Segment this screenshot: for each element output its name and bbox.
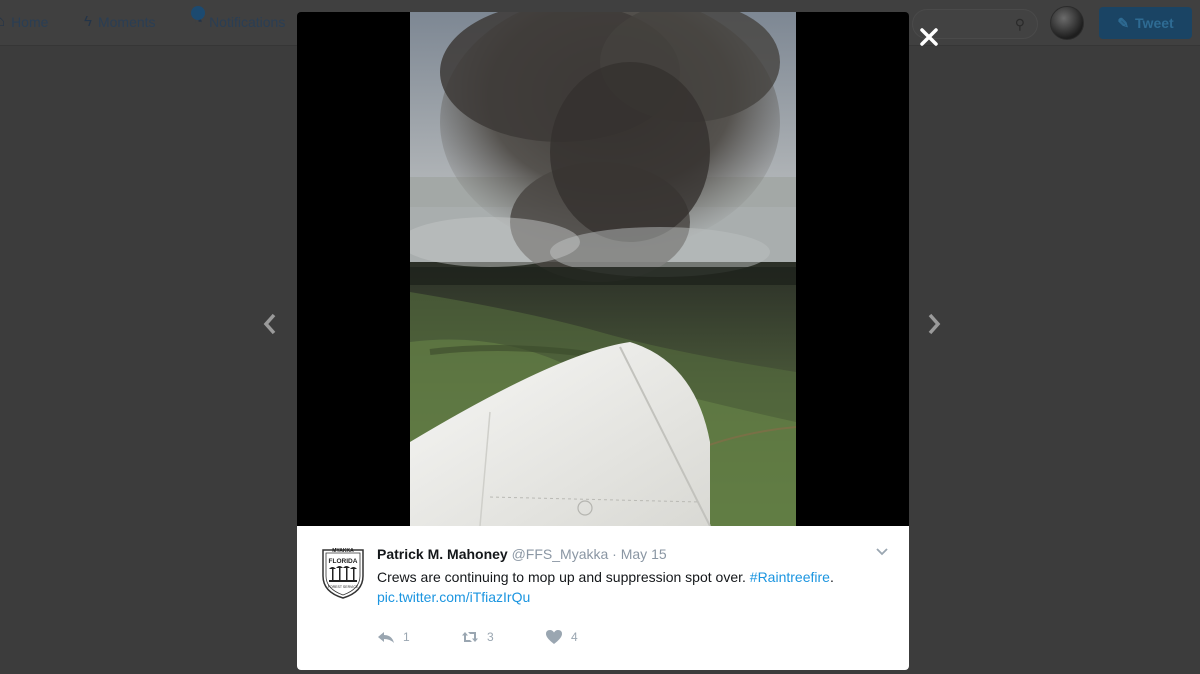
chevron-left-icon xyxy=(263,313,276,335)
reply-button[interactable]: 1 xyxy=(377,629,461,645)
heart-icon xyxy=(546,630,562,644)
tweet-body: Crews are continuing to mop up and suppr… xyxy=(377,569,746,585)
previous-media-button[interactable] xyxy=(258,309,282,339)
compose-tweet-button[interactable]: ✎ Tweet xyxy=(1099,7,1192,39)
svg-text:FOREST SERVICE: FOREST SERVICE xyxy=(328,585,359,589)
nav-moments[interactable]: ϟ Moments xyxy=(84,13,156,30)
like-count: 4 xyxy=(571,630,578,644)
retweet-count: 3 xyxy=(487,630,494,644)
bell-icon: ◔ xyxy=(191,6,205,30)
nav-moments-label: Moments xyxy=(97,13,156,30)
tweet-text: Crews are continuing to mop up and suppr… xyxy=(377,567,877,607)
nav-home[interactable]: ⌂ Home xyxy=(0,13,48,30)
nav-home-label: Home xyxy=(11,13,49,30)
tweet-author-name[interactable]: Patrick M. Mahoney xyxy=(377,546,508,562)
svg-text:MYAKKA: MYAKKA xyxy=(332,548,354,554)
chevron-right-icon xyxy=(928,313,941,335)
tweet-author-avatar[interactable]: MYAKKA FLORIDA FOREST SERVICE xyxy=(319,546,367,600)
home-icon: ⌂ xyxy=(0,13,6,30)
svg-text:FLORIDA: FLORIDA xyxy=(329,558,358,565)
retweet-icon xyxy=(462,632,478,642)
user-avatar[interactable] xyxy=(1050,6,1084,40)
compose-icon: ✎ xyxy=(1117,14,1130,31)
florida-forest-service-logo: MYAKKA FLORIDA FOREST SERVICE xyxy=(322,548,364,599)
close-lightbox-button[interactable] xyxy=(914,22,944,52)
hashtag-link[interactable]: #Raintreefire xyxy=(750,569,830,585)
header-separator: · xyxy=(612,546,617,562)
nav-notifications[interactable]: ◔ Notifications xyxy=(191,6,286,30)
pic-link[interactable]: pic.twitter.com/iTfiazIrQu xyxy=(377,589,530,605)
wildfire-photo[interactable] xyxy=(410,12,796,526)
tweet-button-label: Tweet xyxy=(1135,15,1174,31)
lightning-icon: ϟ xyxy=(84,13,92,30)
tweet-date[interactable]: May 15 xyxy=(621,546,667,562)
tweet-options-button[interactable] xyxy=(875,546,889,560)
chevron-down-icon xyxy=(876,548,888,556)
nav-notifications-label: Notifications xyxy=(209,13,286,30)
tweet-author-handle[interactable]: @FFS_Myakka xyxy=(512,546,609,562)
reply-icon xyxy=(378,632,394,643)
tweet-trailing: . xyxy=(829,569,834,585)
reply-count: 1 xyxy=(403,630,410,644)
notification-badge xyxy=(191,6,205,20)
like-button[interactable]: 4 xyxy=(545,629,629,645)
media-viewer xyxy=(297,12,909,526)
close-icon xyxy=(920,28,938,46)
tweet-actions: 1 3 4 xyxy=(377,629,629,645)
tweet-header: Patrick M. Mahoney @FFS_Myakka · May 15 xyxy=(377,546,667,562)
retweet-button[interactable]: 3 xyxy=(461,629,545,645)
next-media-button[interactable] xyxy=(922,309,946,339)
tweet-card: MYAKKA FLORIDA FOREST SERVICE Patrick M.… xyxy=(297,526,909,670)
search-icon: ⚲ xyxy=(1014,16,1025,32)
